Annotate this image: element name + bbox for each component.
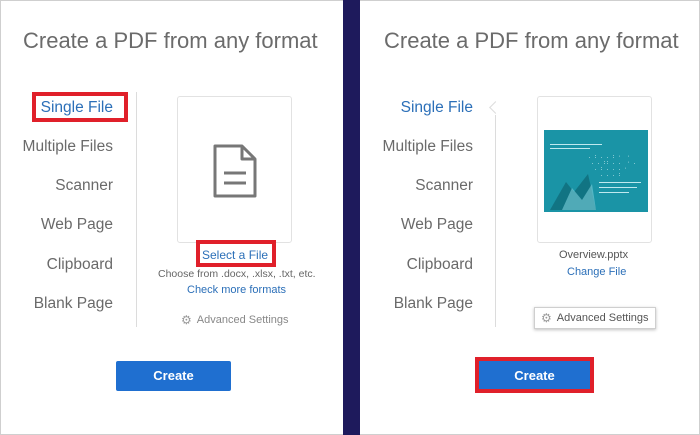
thumbnail-graphic bbox=[550, 174, 596, 210]
gear-icon: ⚙ bbox=[541, 311, 552, 325]
left-panel: Create a PDF from any format Single File… bbox=[1, 0, 343, 435]
nav-web-page[interactable]: Web Page bbox=[1, 216, 113, 234]
nav-divider bbox=[136, 92, 137, 327]
nav-blank-page[interactable]: Blank Page bbox=[361, 295, 473, 313]
nav-clipboard[interactable]: Clipboard bbox=[361, 256, 473, 274]
nav-multiple-files[interactable]: Multiple Files bbox=[361, 138, 473, 156]
nav-scanner[interactable]: Scanner bbox=[361, 177, 473, 195]
thumbnail-line bbox=[599, 187, 637, 188]
create-button[interactable]: Create bbox=[116, 361, 231, 391]
nav-web-page[interactable]: Web Page bbox=[361, 216, 473, 234]
nav-multiple-files[interactable]: Multiple Files bbox=[1, 138, 113, 156]
file-thumbnail: . : . . : · · . . :: . . · . . : . . . ·… bbox=[544, 130, 648, 212]
nav-divider bbox=[495, 115, 496, 327]
highlight-create-button bbox=[475, 357, 594, 393]
document-icon bbox=[213, 144, 257, 198]
advanced-settings-label: Advanced Settings bbox=[196, 314, 289, 326]
file-name: Overview.pptx bbox=[559, 249, 629, 261]
nav-blank-page[interactable]: Blank Page bbox=[1, 295, 113, 313]
advanced-settings[interactable]: ⚙ Advanced Settings bbox=[534, 307, 656, 329]
change-file-link[interactable]: Change File bbox=[567, 266, 626, 278]
file-drop-card[interactable] bbox=[177, 96, 292, 243]
advanced-settings[interactable]: ⚙ Advanced Settings bbox=[181, 313, 289, 327]
thumbnail-line bbox=[550, 144, 602, 145]
page-title: Create a PDF from any format bbox=[384, 28, 679, 53]
panel-divider bbox=[343, 0, 360, 435]
nav-clipboard[interactable]: Clipboard bbox=[1, 256, 113, 274]
nav-single-file[interactable]: Single File bbox=[361, 99, 473, 117]
gear-icon: ⚙ bbox=[181, 313, 192, 327]
page-title: Create a PDF from any format bbox=[23, 28, 318, 53]
formats-hint: Choose from .docx, .xlsx, .txt, etc. bbox=[158, 268, 316, 280]
thumbnail-line bbox=[550, 148, 590, 149]
thumbnail-line bbox=[599, 192, 629, 193]
advanced-settings-label: Advanced Settings bbox=[556, 312, 649, 324]
file-preview-card[interactable]: . : . . : · · . . :: . . · . . : . . . ·… bbox=[537, 96, 652, 243]
thumbnail-line bbox=[599, 182, 641, 183]
right-panel: Create a PDF from any format Single File… bbox=[360, 0, 699, 435]
nav-scanner[interactable]: Scanner bbox=[1, 177, 113, 195]
highlight-select-file bbox=[196, 240, 276, 267]
check-formats-link[interactable]: Check more formats bbox=[187, 284, 286, 296]
active-indicator bbox=[489, 101, 502, 114]
highlight-single-file bbox=[32, 92, 128, 122]
